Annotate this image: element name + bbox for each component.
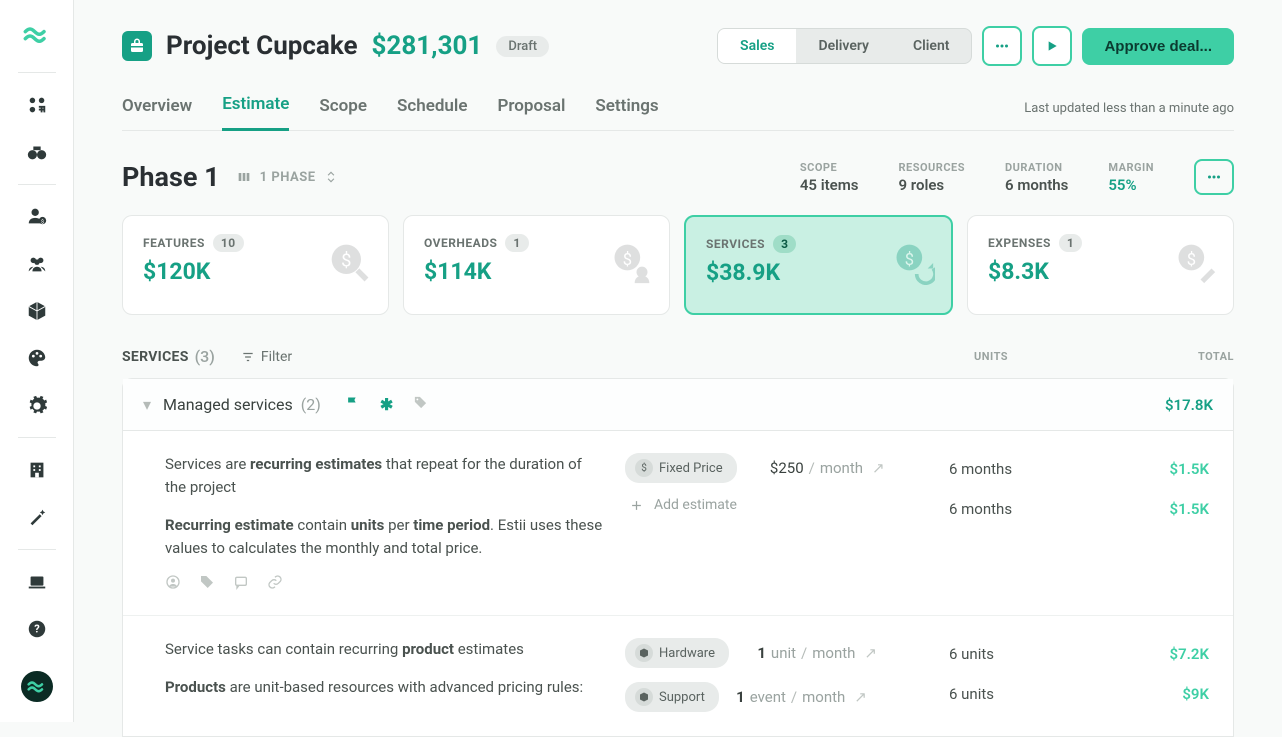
total-value: $1.5K <box>1109 453 1209 485</box>
svg-text:$: $ <box>40 219 43 226</box>
tag-icon[interactable] <box>413 395 428 414</box>
flag-icon[interactable] <box>345 395 360 414</box>
stat-margin: MARGIN 55% <box>1108 161 1154 194</box>
svg-text:$: $ <box>905 251 914 270</box>
tab-estimate[interactable]: Estimate <box>222 94 289 131</box>
nav-help-icon[interactable]: ? <box>15 607 59 650</box>
tag-icon[interactable] <box>199 574 215 597</box>
logo-icon <box>23 20 51 48</box>
phase-selector[interactable]: 1 PHASE <box>236 169 338 185</box>
nav-team-icon[interactable] <box>15 242 59 285</box>
nav-binoculars-icon[interactable] <box>15 130 59 173</box>
nav-building-icon[interactable] <box>15 448 59 491</box>
svg-text:$: $ <box>341 251 351 272</box>
group-title: Managed services <box>163 395 293 414</box>
card-overheads[interactable]: OVERHEADS1 $114K $ <box>403 215 670 315</box>
svg-text:?: ? <box>34 623 40 636</box>
service-row: Services are recurring estimates that re… <box>123 431 1233 616</box>
nav-cube-icon[interactable] <box>15 289 59 332</box>
col-total: TOTAL <box>1134 350 1234 363</box>
tab-client[interactable]: Client <box>891 29 971 63</box>
project-amount: $281,301 <box>372 31 483 61</box>
total-value: $9K <box>1109 678 1209 710</box>
filter-icon <box>241 350 255 364</box>
estimate-pill[interactable]: Hardware <box>625 638 729 668</box>
group-total: $17.8K <box>1165 396 1213 414</box>
nav-user-money-icon[interactable]: $ <box>15 195 59 238</box>
trend-icon: ↗ <box>872 459 885 477</box>
card-services[interactable]: SERVICES3 $38.9K $ <box>684 215 953 315</box>
service-row: Service tasks can contain recurring prod… <box>123 616 1233 736</box>
nav-settings-icon[interactable] <box>15 384 59 427</box>
nav-apps-icon[interactable] <box>15 83 59 126</box>
link-icon[interactable] <box>267 574 283 597</box>
more-button[interactable] <box>982 26 1022 66</box>
comment-icon[interactable] <box>233 574 249 597</box>
estimate-rate[interactable]: $250/month ↗ <box>755 459 885 477</box>
asterisk-icon[interactable]: ✱ <box>380 395 393 414</box>
chevron-down-icon[interactable]: ▾ <box>143 395 151 414</box>
units-value: 6 units <box>949 638 1109 670</box>
tab-delivery[interactable]: Delivery <box>796 29 891 63</box>
money-refresh-icon: $ <box>891 241 935 289</box>
tab-sales[interactable]: Sales <box>718 29 796 63</box>
tab-proposal[interactable]: Proposal <box>497 96 565 130</box>
table-section-label: SERVICES <box>122 349 189 365</box>
tab-settings[interactable]: Settings <box>595 96 658 130</box>
last-updated: Last updated less than a minute ago <box>1024 101 1234 130</box>
project-icon <box>122 31 152 61</box>
chevron-updown-icon <box>324 170 338 184</box>
col-units: UNITS <box>974 350 1134 363</box>
nav-tabs: Overview Estimate Scope Schedule Proposa… <box>122 94 1234 131</box>
trend-icon: ↗ <box>854 688 867 706</box>
phase-title: Phase 1 <box>122 161 220 193</box>
cube-icon <box>635 688 653 706</box>
card-features[interactable]: FEATURES10 $120K $ <box>122 215 389 315</box>
units-value: 6 months <box>949 453 1109 485</box>
group-header[interactable]: ▾ Managed services (2) ✱ $17.8K <box>123 379 1233 431</box>
phase-more-button[interactable] <box>1194 159 1234 195</box>
approve-button[interactable]: Approve deal... <box>1082 28 1234 65</box>
card-expenses[interactable]: EXPENSES1 $8.3K $ <box>967 215 1234 315</box>
total-value: $7.2K <box>1109 638 1209 670</box>
stat-duration: DURATION 6 months <box>1005 161 1068 194</box>
money-user-icon: $ <box>609 241 653 289</box>
units-value: 6 units <box>949 678 1109 710</box>
svg-text:$: $ <box>623 251 632 270</box>
dollar-icon: $ <box>635 459 653 477</box>
avatar[interactable] <box>21 671 53 703</box>
group-count: (2) <box>301 395 321 414</box>
estimate-pill[interactable]: Support <box>625 682 719 712</box>
phase-selector-label: 1 PHASE <box>260 170 316 185</box>
estimate-pill[interactable]: $ Fixed Price <box>625 453 737 483</box>
assignee-icon[interactable] <box>165 574 181 597</box>
units-value: 6 months <box>949 493 1109 525</box>
estimate-rate[interactable]: 1event/month ↗ <box>737 688 867 706</box>
project-title: Project Cupcake <box>166 31 358 61</box>
cube-icon <box>635 644 653 662</box>
play-button[interactable] <box>1032 26 1072 66</box>
plus-icon <box>629 498 644 513</box>
table-section-count: (3) <box>195 347 215 366</box>
nav-palette-icon[interactable] <box>15 337 59 380</box>
filter-button[interactable]: Filter <box>241 349 292 365</box>
add-estimate-button[interactable]: Add estimate <box>625 497 949 513</box>
total-value: $1.5K <box>1109 493 1209 525</box>
status-badge: Draft <box>496 36 549 57</box>
nav-laptop-icon[interactable] <box>15 560 59 603</box>
view-tabs: Sales Delivery Client <box>717 28 972 64</box>
tab-overview[interactable]: Overview <box>122 96 192 130</box>
tab-scope[interactable]: Scope <box>319 96 367 130</box>
stat-resources: RESOURCES 9 roles <box>898 161 965 194</box>
sidebar: $ ? <box>0 0 74 722</box>
stat-scope: SCOPE 45 items <box>800 161 859 194</box>
nav-wand-icon[interactable] <box>15 496 59 539</box>
tab-schedule[interactable]: Schedule <box>397 96 468 130</box>
svg-text:$: $ <box>1187 251 1196 270</box>
money-wrench-icon: $ <box>328 241 372 289</box>
money-edit-icon: $ <box>1173 241 1217 289</box>
trend-icon: ↗ <box>864 644 877 662</box>
estimate-rate[interactable]: 1unit/month ↗ <box>747 644 877 662</box>
